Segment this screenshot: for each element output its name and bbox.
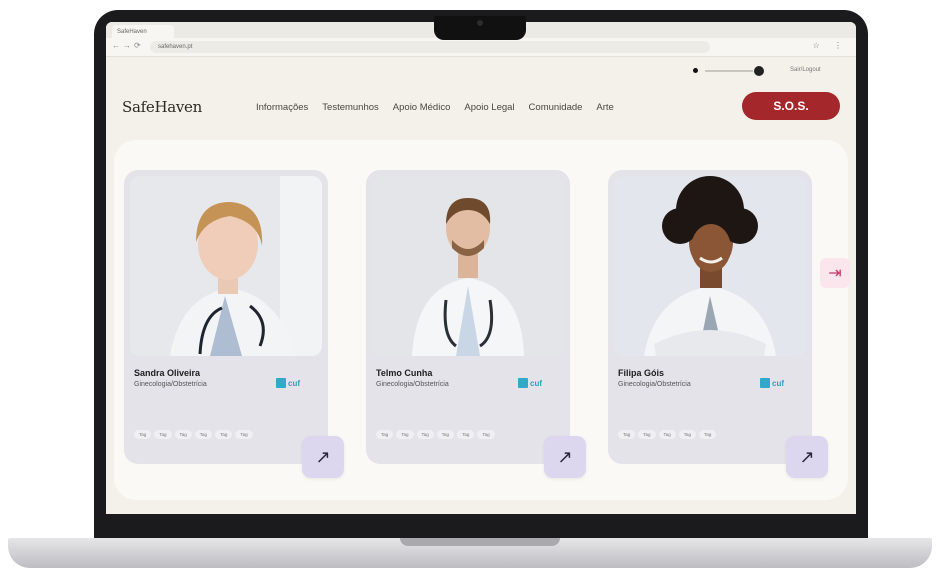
doctor-name: Filipa Góis	[618, 368, 665, 378]
browser-tab[interactable]: SafeHaven	[112, 25, 174, 38]
nav-item-arte[interactable]: Arte	[596, 102, 613, 113]
clinic-logo: cuf	[760, 378, 784, 388]
cuf-logo-icon	[518, 378, 528, 388]
cuf-logo-icon	[760, 378, 770, 388]
nav-item-apoio-legal[interactable]: Apoio Legal	[464, 102, 514, 113]
doctor-name: Telmo Cunha	[376, 368, 433, 378]
nav-item-informacoes[interactable]: Informações	[256, 102, 308, 113]
tag: Tag	[457, 430, 475, 439]
doctor-photo	[614, 176, 806, 356]
cuf-logo-icon	[276, 378, 286, 388]
clinic-logo: cuf	[276, 378, 300, 388]
tag: Tag	[194, 430, 213, 439]
exit-button[interactable]: ⇥	[820, 258, 850, 288]
tag: Tag	[215, 430, 233, 439]
nav-item-comunidade[interactable]: Comunidade	[529, 102, 583, 113]
theme-toggle[interactable]	[693, 66, 775, 76]
camera-icon	[477, 20, 483, 26]
cuf-logo-text: cuf	[288, 378, 300, 388]
url-input[interactable]: safehaven.pt	[150, 41, 710, 53]
signout-link[interactable]: Sair/Logout	[790, 67, 821, 73]
tag: Tag	[436, 430, 455, 439]
main-nav: Informações Testemunhos Apoio Médico Apo…	[256, 102, 628, 113]
cuf-logo-text: cuf	[772, 378, 784, 388]
toggle-knob	[754, 66, 764, 76]
toggle-dot-icon	[693, 68, 698, 73]
tag-list: Tag Tag Tag Tag Tag Tag	[376, 430, 526, 439]
cuf-logo-text: cuf	[530, 378, 542, 388]
doctor-card[interactable]: Filipa Góis Ginecologia/Obstetrícia cuf …	[608, 170, 828, 478]
nav-item-testemunhos[interactable]: Testemunhos	[322, 102, 379, 113]
tag: Tag	[678, 430, 697, 439]
tag: Tag	[699, 430, 717, 439]
nav-item-apoio-medico[interactable]: Apoio Médico	[393, 102, 451, 113]
clinic-logo: cuf	[518, 378, 542, 388]
doctor-photo	[372, 176, 564, 356]
doctor-role: Ginecologia/Obstetrícia	[618, 381, 691, 388]
tag: Tag	[396, 430, 414, 439]
tag: Tag	[618, 430, 636, 439]
laptop-base-lip	[400, 538, 560, 546]
doctor-name: Sandra Oliveira	[134, 368, 201, 378]
doctor-card[interactable]: Telmo Cunha Ginecologia/Obstetrícia cuf …	[366, 170, 586, 478]
tag: Tag	[658, 430, 676, 439]
tag: Tag	[376, 430, 394, 439]
browser-menu-icon[interactable]: ☆ ⋮	[813, 41, 848, 50]
tag: Tag	[235, 430, 253, 439]
tag: Tag	[477, 430, 495, 439]
tag: Tag	[134, 430, 152, 439]
open-profile-button[interactable]: ↗	[786, 436, 828, 478]
open-profile-button[interactable]: ↗	[302, 436, 344, 478]
tag: Tag	[638, 430, 656, 439]
doctor-photo	[130, 176, 322, 356]
toggle-track	[705, 70, 753, 72]
arrow-up-right-icon: ↗	[315, 446, 331, 467]
tag: Tag	[416, 430, 434, 439]
forward-icon[interactable]: →	[123, 41, 131, 50]
sos-button[interactable]: S.O.S.	[742, 92, 840, 120]
open-profile-button[interactable]: ↗	[544, 436, 586, 478]
tag: Tag	[154, 430, 172, 439]
doctor-role: Ginecologia/Obstetrícia	[376, 381, 449, 388]
address-bar-row: ← → ⟳ safehaven.pt ☆ ⋮	[106, 38, 856, 57]
site-logo[interactable]: SafeHaven	[122, 98, 202, 116]
tag-list: Tag Tag Tag Tag Tag Tag	[134, 430, 284, 439]
doctor-card[interactable]: Sandra Oliveira Ginecologia/Obstetrícia …	[124, 170, 344, 478]
tag-list: Tag Tag Tag Tag Tag	[618, 430, 768, 439]
doctor-role: Ginecologia/Obstetrícia	[134, 381, 207, 388]
back-icon[interactable]: ←	[112, 41, 120, 50]
reload-icon[interactable]: ⟳	[134, 41, 141, 50]
screen: SafeHaven ← → ⟳ safehaven.pt ☆ ⋮ Sair/Lo…	[106, 22, 856, 514]
arrow-up-right-icon: ↗	[557, 446, 573, 467]
arrow-up-right-icon: ↗	[799, 446, 815, 467]
tag: Tag	[174, 430, 192, 439]
exit-icon: ⇥	[828, 265, 842, 282]
